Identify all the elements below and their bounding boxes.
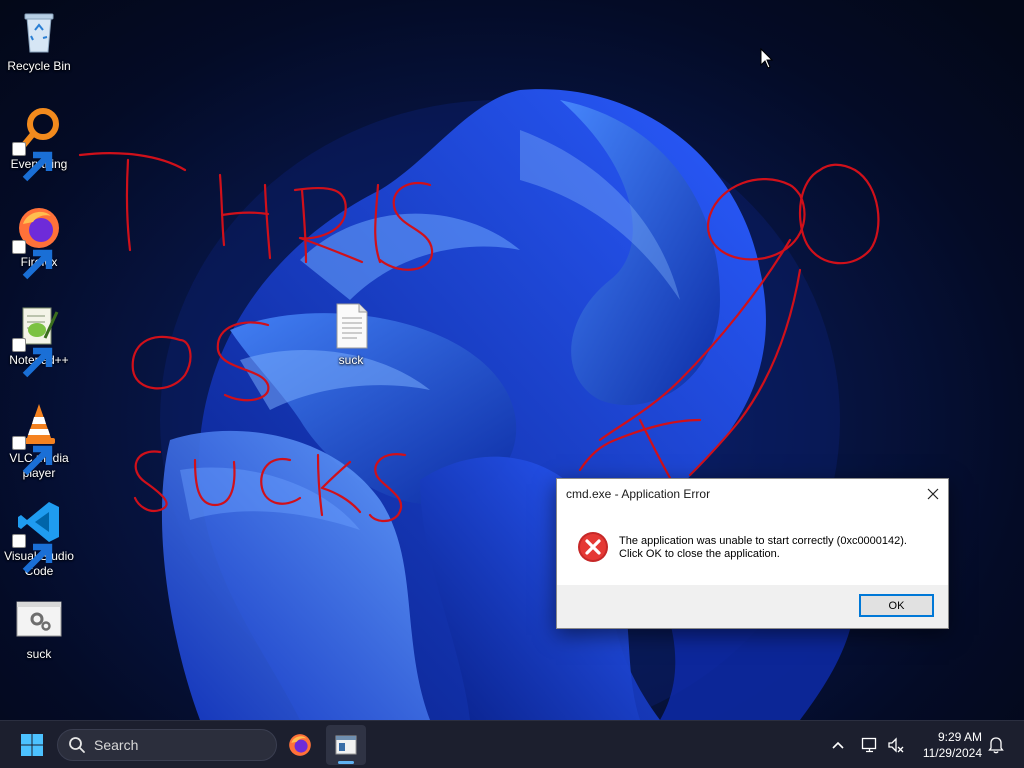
chevron-up-icon: [832, 741, 844, 749]
desktop-icon-notepad-plus-plus[interactable]: Notepad++: [0, 302, 78, 378]
shortcut-arrow-icon: [12, 436, 53, 476]
search-label: Search: [94, 737, 139, 753]
close-icon: [927, 488, 939, 500]
desktop-icon-everything[interactable]: Everything: [0, 106, 78, 182]
text-document-icon: [327, 302, 375, 350]
firefox-icon: [289, 734, 311, 756]
desktop-icon-vscode[interactable]: Visual Studio Code: [0, 498, 78, 579]
desktop-icon-firefox[interactable]: Firefox: [0, 204, 78, 280]
app-window-icon: [335, 735, 357, 755]
taskbar-firefox-button[interactable]: [280, 725, 320, 765]
suck-file-label: suck: [338, 353, 364, 367]
mouse-cursor-icon: [760, 48, 774, 69]
firefox-icon: [12, 204, 63, 280]
dialog-footer: OK: [557, 585, 948, 628]
close-button[interactable]: [918, 479, 948, 509]
clock[interactable]: 9:29 AM 11/29/2024: [923, 729, 982, 761]
clock-date: 11/29/2024: [922, 746, 982, 760]
application-settings-icon: [15, 596, 63, 644]
notepad-plus-plus-icon: [12, 302, 63, 378]
volume-button[interactable]: [884, 733, 908, 757]
everything-magnifier-icon: [12, 106, 63, 182]
taskbar: Search 9:29 AM 11/29/2024: [0, 720, 1024, 768]
suck-app-label: suck: [26, 647, 52, 661]
shortcut-arrow-icon: [12, 240, 53, 280]
shortcut-arrow-icon: [12, 338, 53, 378]
search-box[interactable]: Search: [57, 729, 277, 761]
desktop-icon-recycle-bin[interactable]: Recycle Bin: [0, 8, 78, 74]
vscode-icon: [12, 498, 63, 574]
vlc-cone-icon: [12, 400, 63, 476]
clock-time: 9:29 AM: [937, 730, 982, 744]
desktop-icon-suck-settings[interactable]: suck: [0, 596, 78, 662]
notification-bell-icon: [988, 737, 1004, 754]
recycle-bin-icon: [15, 8, 63, 56]
desktop-icon-vlc[interactable]: VLC media player: [0, 400, 78, 481]
dialog-body: The application was unable to start corr…: [557, 509, 948, 585]
search-icon: [69, 737, 85, 753]
ok-button[interactable]: OK: [859, 594, 934, 617]
dialog-title: cmd.exe - Application Error: [566, 487, 711, 501]
network-icon: [861, 737, 877, 753]
dialog-message-line-2: Click OK to close the application.: [619, 548, 780, 560]
start-icon: [21, 734, 43, 756]
dialog-titlebar[interactable]: cmd.exe - Application Error: [557, 479, 948, 509]
notifications-button[interactable]: [984, 733, 1008, 757]
network-button[interactable]: [858, 733, 882, 757]
desktop-icon-suck-file[interactable]: suck: [312, 302, 390, 368]
dialog-message-line-1: The application was unable to start corr…: [619, 535, 907, 547]
shortcut-arrow-icon: [12, 534, 53, 574]
show-hidden-icons-button[interactable]: [826, 733, 850, 757]
start-button[interactable]: [12, 725, 52, 765]
taskbar-active-app-button[interactable]: [326, 725, 366, 765]
shortcut-arrow-icon: [12, 142, 53, 182]
dialog-message: The application was unable to start corr…: [619, 535, 907, 561]
recycle-bin-label: Recycle Bin: [7, 59, 71, 73]
error-icon: [578, 532, 608, 562]
volume-muted-icon: [888, 737, 904, 753]
application-error-dialog: cmd.exe - Application Error The applicat…: [556, 478, 949, 629]
